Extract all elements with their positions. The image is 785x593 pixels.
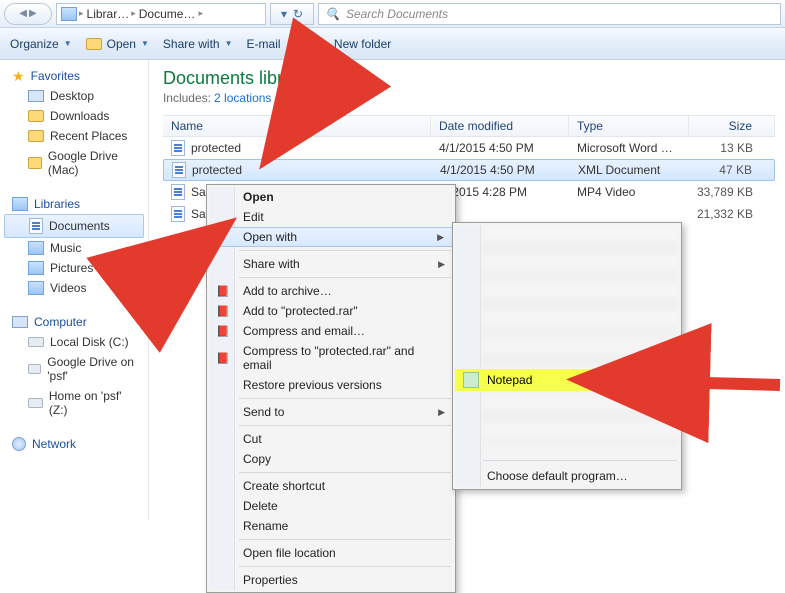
library-icon	[12, 197, 28, 211]
rar-icon: 📕	[215, 323, 231, 339]
ctx-edit[interactable]: Edit	[209, 207, 453, 227]
blurred-apps	[483, 227, 677, 445]
music-icon	[28, 241, 44, 255]
submenu-choose-default[interactable]: Choose default program…	[487, 469, 628, 483]
crumb-documents[interactable]: Docume…	[139, 7, 196, 21]
sidebar-item-downloads[interactable]: Downloads	[4, 106, 144, 126]
nav-tree: ★Favorites Desktop Downloads Recent Plac…	[0, 60, 149, 520]
word-icon	[171, 140, 185, 156]
email-button[interactable]: E-mail	[247, 37, 281, 51]
sidebar-item-desktop[interactable]: Desktop	[4, 86, 144, 106]
sidebar-item-documents[interactable]: Documents	[4, 214, 144, 238]
folder-icon	[28, 130, 44, 142]
ctx-restore[interactable]: Restore previous versions	[209, 375, 453, 395]
open-button[interactable]: Open▼	[86, 36, 149, 52]
open-icon	[86, 36, 102, 52]
library-includes: Includes: 2 locations	[163, 91, 775, 105]
rar-icon: 📕	[215, 303, 231, 319]
ctx-cut[interactable]: Cut	[209, 429, 453, 449]
ctx-openwith[interactable]: Open with	[209, 227, 453, 247]
context-menu: Open Edit Open with Share with 📕Add to a…	[206, 184, 456, 593]
breadcrumb[interactable]: ▸Librar… ▸Docume…▸	[56, 3, 266, 25]
ctx-compressprot[interactable]: 📕Compress to "protected.rar" and email	[209, 341, 453, 375]
col-size[interactable]: Size	[689, 116, 775, 136]
sidebar-item-music[interactable]: Music	[4, 238, 144, 258]
notepad-icon	[463, 372, 479, 388]
favorites-group[interactable]: ★Favorites	[4, 66, 144, 86]
search-icon: 🔍	[325, 7, 340, 21]
video-icon	[171, 206, 185, 222]
search-placeholder: Search Documents	[346, 7, 448, 21]
locations-link[interactable]: 2 locations	[214, 91, 271, 105]
ctx-compressemail[interactable]: 📕Compress and email…	[209, 321, 453, 341]
star-icon: ★	[12, 69, 25, 83]
pictures-icon	[28, 261, 44, 275]
sidebar-item-pictures[interactable]: Pictures	[4, 258, 144, 278]
folder-icon	[28, 110, 44, 122]
ctx-properties[interactable]: Properties	[209, 570, 453, 590]
refresh-button[interactable]: ▾↻	[270, 3, 314, 25]
sidebar-item-gdrive[interactable]: Google Drive (Mac)	[4, 146, 144, 180]
folder-icon	[28, 157, 42, 169]
crumb-libraries[interactable]: Librar…	[87, 7, 130, 21]
col-type[interactable]: Type	[569, 116, 689, 136]
burn-button[interactable]: Burn	[295, 37, 320, 51]
desktop-icon	[28, 90, 44, 102]
newfolder-button[interactable]: New folder	[334, 37, 391, 51]
network-icon	[12, 437, 26, 451]
ctx-rename[interactable]: Rename	[209, 516, 453, 536]
organize-button[interactable]: Organize▼	[10, 37, 72, 51]
ctx-delete[interactable]: Delete	[209, 496, 453, 516]
videos-icon	[28, 281, 44, 295]
col-name[interactable]: Name	[163, 116, 431, 136]
computer-group[interactable]: Computer	[4, 312, 144, 332]
page-title: Documents library	[163, 68, 775, 89]
drive-icon	[28, 398, 43, 408]
submenu-notepad[interactable]: Notepad	[455, 369, 679, 391]
ctx-addprotected[interactable]: 📕Add to "protected.rar"	[209, 301, 453, 321]
xml-icon	[172, 162, 186, 178]
rar-icon: 📕	[215, 283, 231, 299]
ctx-addarchive[interactable]: 📕Add to archive…	[209, 281, 453, 301]
ctx-openloc[interactable]: Open file location	[209, 543, 453, 563]
video-icon	[171, 184, 185, 200]
table-row[interactable]: protected 4/1/2015 4:50 PM XML Document …	[163, 159, 775, 181]
ctx-shortcut[interactable]: Create shortcut	[209, 476, 453, 496]
ctx-copy[interactable]: Copy	[209, 449, 453, 469]
sidebar-item-recent[interactable]: Recent Places	[4, 126, 144, 146]
sidebar-item-localdisk[interactable]: Local Disk (C:)	[4, 332, 144, 352]
toolbar: Organize▼ Open▼ Share with▼ E-mail Burn …	[0, 28, 785, 60]
computer-icon	[12, 316, 28, 328]
openwith-submenu: Notepad Choose default program…	[452, 222, 682, 490]
drive-icon	[28, 337, 44, 347]
ctx-sendto[interactable]: Send to	[209, 402, 453, 422]
sidebar-item-psf-home[interactable]: Home on 'psf' (Z:)	[4, 386, 144, 420]
sidebar-item-psf-gdrive[interactable]: Google Drive on 'psf'	[4, 352, 144, 386]
documents-icon	[29, 218, 43, 234]
ctx-sharewith[interactable]: Share with	[209, 254, 453, 274]
library-icon	[61, 6, 77, 22]
search-input[interactable]: 🔍 Search Documents	[318, 3, 781, 25]
column-headers: Name Date modified Type Size	[163, 115, 775, 137]
share-button[interactable]: Share with▼	[163, 37, 233, 51]
col-date[interactable]: Date modified	[431, 116, 569, 136]
ctx-open[interactable]: Open	[209, 187, 453, 207]
libraries-group[interactable]: Libraries	[4, 194, 144, 214]
table-row[interactable]: protected 4/1/2015 4:50 PM Microsoft Wor…	[163, 137, 775, 159]
nav-back-forward[interactable]: ◀▶	[4, 3, 52, 25]
drive-icon	[28, 364, 41, 374]
sidebar-item-videos[interactable]: Videos	[4, 278, 144, 298]
network-group[interactable]: Network	[4, 434, 144, 454]
rar-icon: 📕	[215, 350, 231, 366]
